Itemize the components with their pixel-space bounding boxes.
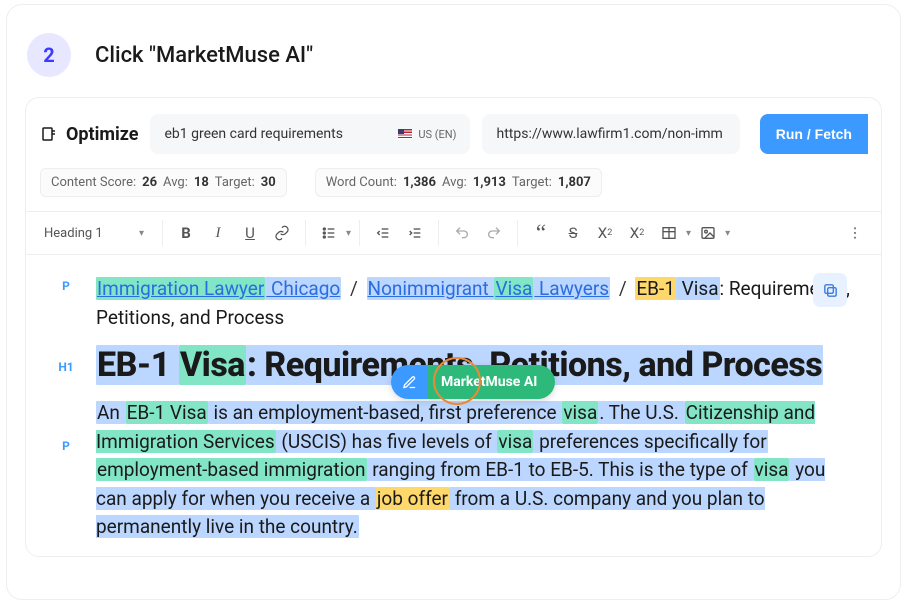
- paragraph-block[interactable]: An EB-1 Visa is an employment-based, fir…: [96, 399, 853, 542]
- breadcrumb-link-1[interactable]: Immigration Lawyer Chicago: [96, 277, 341, 300]
- heading-select[interactable]: Heading 1 ▾: [34, 226, 154, 241]
- chevron-down-icon[interactable]: ▾: [686, 228, 691, 239]
- strikethrough-button[interactable]: S: [558, 218, 588, 248]
- chevron-down-icon[interactable]: ▾: [346, 228, 351, 239]
- optimize-panel: Optimize eb1 green card requirements US …: [25, 97, 882, 557]
- editor-row-breadcrumb: P Immigration Lawyer Chicago / Nonimmigr…: [54, 275, 853, 332]
- top-controls: Optimize eb1 green card requirements US …: [26, 98, 881, 168]
- wc-value: 1,386: [403, 175, 436, 190]
- chevron-down-icon: ▾: [139, 228, 144, 239]
- wc-target-value: 1,807: [558, 175, 591, 190]
- link-button[interactable]: [267, 218, 297, 248]
- subscript-button[interactable]: X2: [590, 218, 620, 248]
- wc-label: Word Count:: [326, 175, 397, 190]
- breadcrumb-title-b: Visa: [676, 277, 720, 300]
- wc-avg-label: Avg:: [442, 175, 467, 190]
- outdent-button[interactable]: [368, 218, 398, 248]
- wc-target-label: Target:: [512, 175, 552, 190]
- block-tag-p: P: [54, 275, 78, 293]
- edit-icon: [391, 365, 427, 399]
- quote-button[interactable]: “: [526, 218, 556, 248]
- more-options-button[interactable]: [843, 218, 873, 248]
- optimize-text: Optimize: [66, 124, 138, 145]
- italic-button[interactable]: I: [203, 218, 233, 248]
- step-number-badge: 2: [27, 33, 71, 77]
- breadcrumb-link-2[interactable]: Nonimmigrant Visa Lawyers: [367, 277, 611, 300]
- marketmuse-ai-button[interactable]: MarketMuse AI: [391, 365, 555, 399]
- image-button[interactable]: [693, 218, 723, 248]
- bold-button[interactable]: B: [171, 218, 201, 248]
- locale-indicator[interactable]: US (EN): [398, 128, 456, 141]
- cs-target-value: 30: [261, 175, 276, 190]
- toolbar-separator: [517, 220, 518, 246]
- heading-select-label: Heading 1: [44, 226, 103, 241]
- underline-button[interactable]: U: [235, 218, 265, 248]
- block-tag-p: P: [54, 399, 78, 453]
- toolbar-separator: [162, 220, 163, 246]
- url-input[interactable]: https://www.lawfirm1.com/non-imm: [482, 114, 740, 154]
- wc-avg-value: 1,913: [473, 175, 506, 190]
- breadcrumb-block[interactable]: Immigration Lawyer Chicago / Nonimmigran…: [96, 275, 853, 332]
- search-input[interactable]: eb1 green card requirements US (EN): [150, 114, 470, 154]
- copy-button[interactable]: [813, 273, 847, 307]
- cs-avg-value: 18: [194, 175, 209, 190]
- breadcrumb-separator: /: [350, 277, 358, 300]
- breadcrumb-title-a: EB-1: [635, 277, 676, 300]
- metrics-row: Content Score: 26 Avg: 18 Target: 30 Wor…: [26, 168, 881, 211]
- flag-us-icon: [398, 129, 412, 139]
- indent-button[interactable]: [400, 218, 430, 248]
- bullet-list-button[interactable]: [314, 218, 344, 248]
- search-input-value: eb1 green card requirements: [164, 126, 342, 142]
- optimize-label: Optimize: [40, 124, 138, 145]
- cs-avg-label: Avg:: [163, 175, 188, 190]
- marketmuse-ai-label: MarketMuse AI: [427, 365, 555, 399]
- cs-value: 26: [142, 175, 157, 190]
- toolbar-separator: [359, 220, 360, 246]
- step-title: Click "MarketMuse AI": [95, 43, 313, 68]
- cs-target-label: Target:: [215, 175, 255, 190]
- table-button[interactable]: [654, 218, 684, 248]
- undo-button[interactable]: [447, 218, 477, 248]
- step-header: 2 Click "MarketMuse AI": [7, 5, 900, 97]
- locale-text: US (EN): [418, 128, 456, 141]
- editor-toolbar: Heading 1 ▾ B I U ▾: [26, 211, 881, 255]
- h1-seg-a: EB-1: [96, 345, 179, 385]
- content-score-pill: Content Score: 26 Avg: 18 Target: 30: [40, 168, 287, 197]
- block-tag-h1: H1: [54, 346, 78, 374]
- superscript-button[interactable]: X2: [622, 218, 652, 248]
- step-card: 2 Click "MarketMuse AI" Optimize eb1 gre…: [6, 4, 901, 600]
- chevron-down-icon[interactable]: ▾: [725, 228, 730, 239]
- optimize-icon: [40, 125, 58, 143]
- run-fetch-button[interactable]: Run / Fetch: [760, 114, 868, 154]
- redo-button[interactable]: [479, 218, 509, 248]
- url-input-value: https://www.lawfirm1.com/non-imm: [496, 126, 722, 142]
- toolbar-separator: [305, 220, 306, 246]
- cs-label: Content Score:: [51, 175, 136, 190]
- h1-seg-b: Visa: [179, 345, 246, 385]
- toolbar-separator: [438, 220, 439, 246]
- breadcrumb-separator: /: [619, 277, 627, 300]
- word-count-pill: Word Count: 1,386 Avg: 1,913 Target: 1,8…: [315, 168, 602, 197]
- editor-row-paragraph: P An EB-1 Visa is an employment-based, f…: [54, 399, 853, 542]
